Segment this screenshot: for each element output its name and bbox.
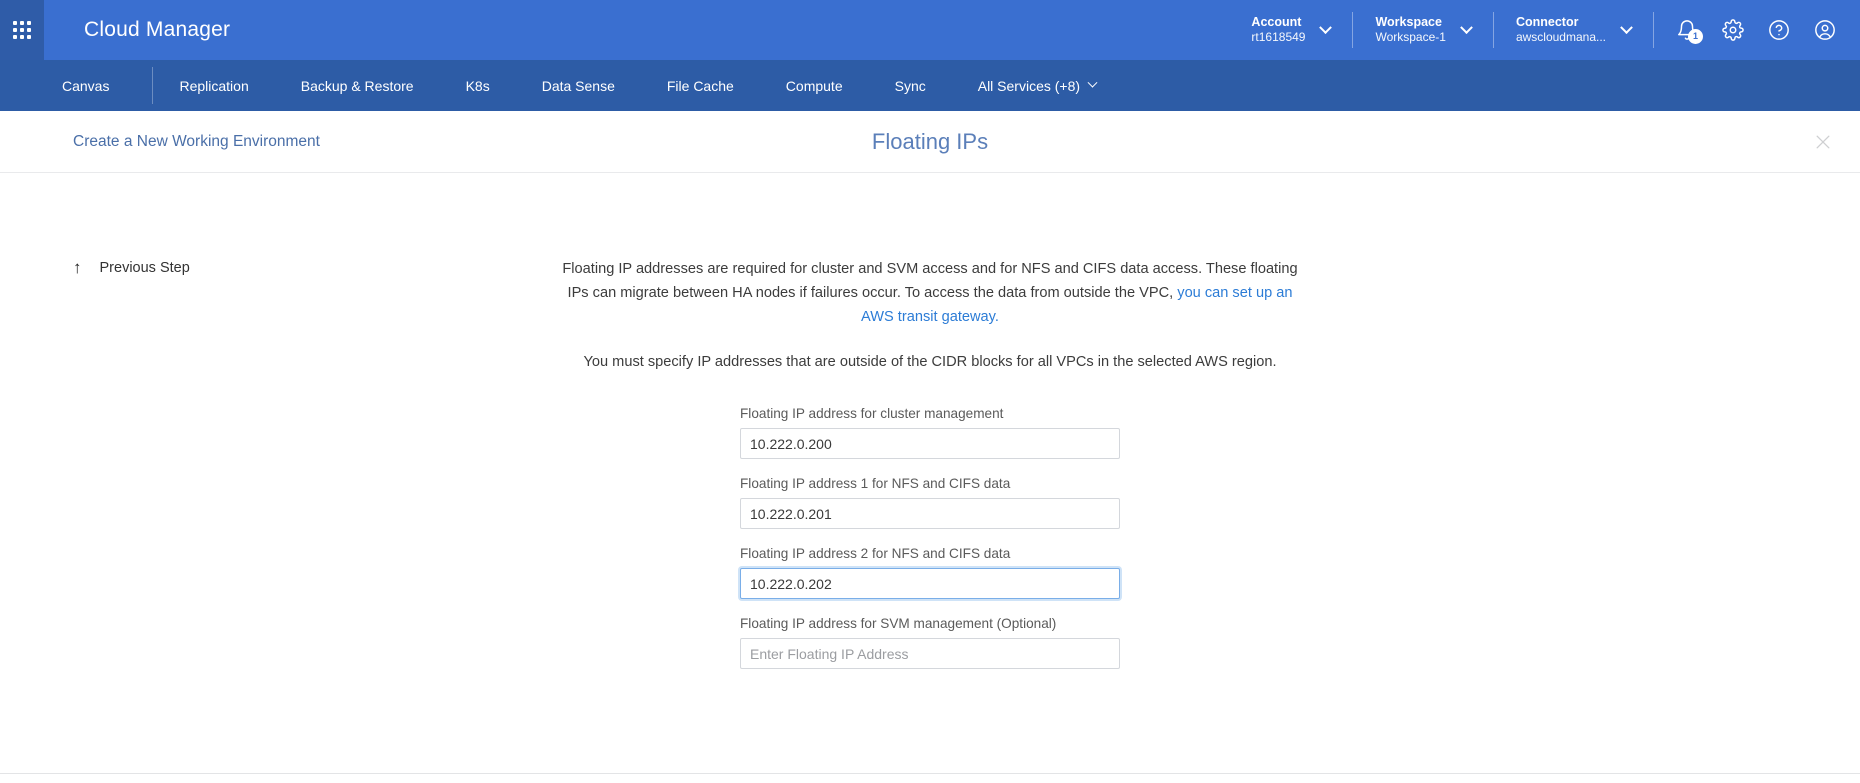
notifications-badge: 1 — [1688, 29, 1703, 44]
nav-item-backup-restore[interactable]: Backup & Restore — [275, 60, 440, 111]
nav-item-label: Data Sense — [541, 77, 615, 94]
settings-button[interactable] — [1710, 0, 1756, 60]
top-header-right-group: Account rt1618549 Workspace Workspace-1 … — [1229, 0, 1860, 60]
floating-ips-form-section: Floating IP addresses are required for c… — [0, 257, 1860, 669]
nav-item-label: File Cache — [666, 77, 734, 94]
field-nfs-cifs-1: Floating IP address 1 for NFS and CIFS d… — [740, 476, 1120, 529]
svm-management-ip-input[interactable] — [740, 638, 1120, 669]
divider — [1653, 12, 1654, 48]
nfs-cifs-ip-2-input[interactable] — [740, 568, 1120, 599]
account-selector-label: Account — [1251, 14, 1302, 29]
account-selector[interactable]: Account rt1618549 — [1229, 11, 1352, 49]
description-paragraph-2: You must specify IP addresses that are o… — [583, 354, 1277, 370]
nav-item-k8s[interactable]: K8s — [440, 60, 516, 111]
chevron-down-icon — [1460, 20, 1473, 34]
chevron-down-icon — [1319, 20, 1333, 34]
account-selector-value: rt1618549 — [1251, 30, 1306, 45]
close-button[interactable] — [1808, 127, 1838, 157]
nav-item-label: All Services (+8) — [977, 77, 1081, 94]
notifications-button[interactable]: 1 — [1664, 0, 1710, 60]
help-circle-icon — [1769, 20, 1789, 40]
nav-item-label: Canvas — [62, 77, 110, 94]
main-navigation-bar: Canvas Replication Backup & Restore K8s … — [0, 60, 1860, 111]
nav-item-label: Backup & Restore — [300, 77, 414, 94]
nav-item-file-cache[interactable]: File Cache — [641, 60, 760, 111]
floating-ips-form: Floating IP address for cluster manageme… — [740, 406, 1120, 669]
apps-launcher-button[interactable] — [0, 0, 44, 60]
connector-selector[interactable]: Connector awscloudmana... — [1494, 11, 1653, 49]
cluster-management-ip-input[interactable] — [740, 428, 1120, 459]
nav-item-replication[interactable]: Replication — [153, 60, 274, 111]
breadcrumb[interactable]: Create a New Working Environment — [73, 133, 320, 151]
chevron-down-icon — [1087, 77, 1098, 88]
nfs-cifs-ip-1-input[interactable] — [740, 498, 1120, 529]
wizard-header: Create a New Working Environment Floatin… — [0, 111, 1860, 173]
nav-item-label: Sync — [894, 77, 926, 94]
nav-item-data-sense[interactable]: Data Sense — [516, 60, 641, 111]
nav-item-label: K8s — [465, 77, 490, 94]
connector-selector-label: Connector — [1515, 14, 1579, 29]
nav-item-sync[interactable]: Sync — [869, 60, 952, 111]
nav-item-compute[interactable]: Compute — [760, 60, 869, 111]
workspace-selector-label: Workspace — [1375, 14, 1442, 29]
field-svm-management: Floating IP address for SVM management (… — [740, 616, 1120, 669]
field-nfs-cifs-2: Floating IP address 2 for NFS and CIFS d… — [740, 546, 1120, 599]
top-header-bar: Cloud Manager Account rt1618549 Workspac… — [0, 0, 1860, 60]
workspace-selector-value: Workspace-1 — [1375, 30, 1446, 45]
nav-item-all-services[interactable]: All Services (+8) — [952, 60, 1122, 111]
chevron-down-icon — [1620, 20, 1633, 34]
nav-item-label: Replication — [179, 77, 249, 94]
nav-item-canvas[interactable]: Canvas — [0, 60, 154, 111]
user-avatar-icon — [1815, 20, 1835, 40]
close-icon — [1816, 135, 1830, 148]
field-cluster-management: Floating IP address for cluster manageme… — [740, 406, 1120, 459]
wizard-footer: Continue — [0, 773, 1860, 783]
gear-icon — [1722, 19, 1744, 41]
field-label: Floating IP address for SVM management (… — [740, 616, 1057, 631]
field-label: Floating IP address for cluster manageme… — [740, 406, 1004, 421]
connector-selector-value: awscloudmana... — [1515, 30, 1606, 45]
wizard-content: ↑ Previous Step Floating IP addresses ar… — [0, 173, 1860, 783]
user-account-button[interactable] — [1802, 0, 1848, 60]
nav-item-label: Compute — [785, 77, 843, 94]
description-paragraph-1: Floating IP addresses are required for c… — [550, 257, 1310, 329]
field-label: Floating IP address 2 for NFS and CIFS d… — [740, 546, 1011, 561]
workspace-selector[interactable]: Workspace Workspace-1 — [1353, 11, 1492, 49]
help-button[interactable] — [1756, 0, 1802, 60]
brand-title: Cloud Manager — [84, 18, 231, 41]
field-label: Floating IP address 1 for NFS and CIFS d… — [740, 476, 1011, 491]
apps-grid-icon — [13, 21, 31, 39]
